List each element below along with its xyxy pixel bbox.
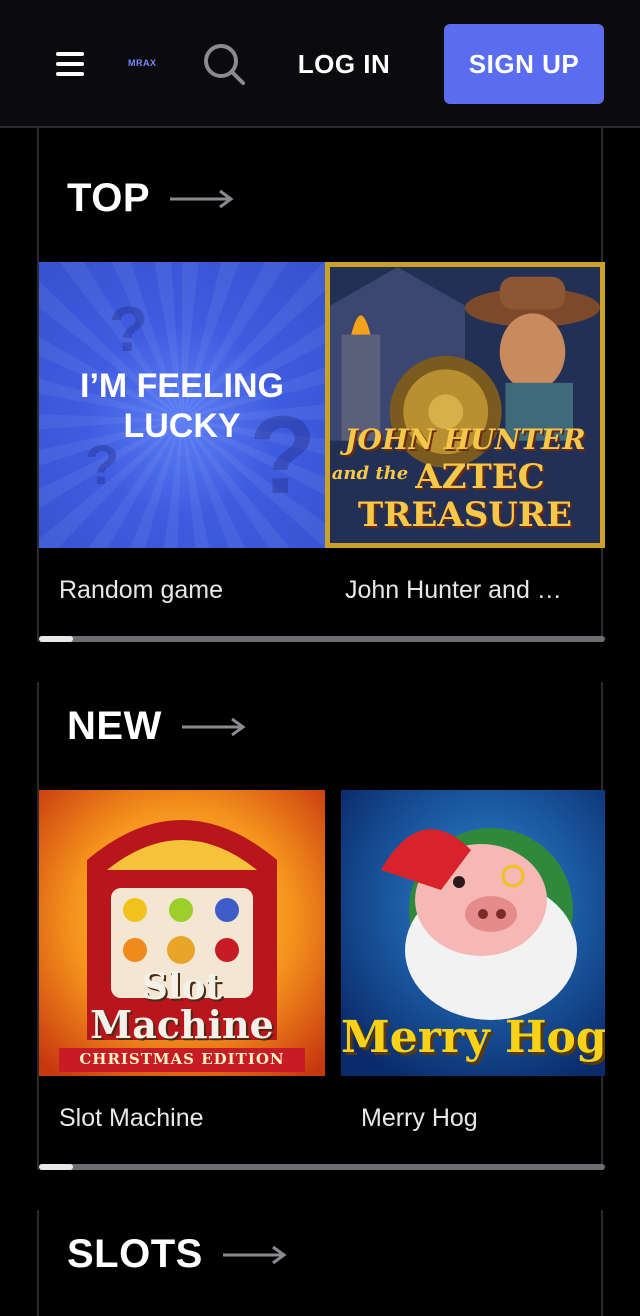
arrow-right-icon xyxy=(170,189,234,208)
section-title-slots[interactable]: SLOTS xyxy=(67,1232,287,1277)
game-title: Random game xyxy=(59,576,223,604)
tile-art-line: AZTEC xyxy=(415,457,545,497)
arrow-right-icon xyxy=(222,1245,287,1264)
arrow-right-icon xyxy=(181,717,246,736)
question-mark-icon: ? xyxy=(109,293,149,365)
signup-button[interactable]: SIGN UP xyxy=(444,24,604,104)
search-icon[interactable] xyxy=(202,42,246,86)
section-top: TOP ? ? ? I’M FEELING LUCKY JOHN HUNTER … xyxy=(37,128,605,642)
section-title-new[interactable]: NEW xyxy=(67,704,246,749)
section-title-text: SLOTS xyxy=(67,1232,203,1276)
horizontal-scrollbar[interactable] xyxy=(39,636,605,642)
tile-art-line: TREASURE xyxy=(357,495,573,535)
game-tile-merry-hog[interactable]: Merry Hog xyxy=(341,790,605,1076)
scrollbar-thumb[interactable] xyxy=(39,1164,73,1170)
tile-art-text: I’M FEELING LUCKY xyxy=(80,367,284,445)
game-title: John Hunter and … xyxy=(345,576,562,604)
section-slots: SLOTS xyxy=(37,1210,603,1316)
brand-logo[interactable]: MRAX xyxy=(128,58,157,68)
game-title: Slot Machine xyxy=(59,1104,204,1132)
login-button[interactable]: LOG IN xyxy=(294,44,394,84)
game-tile-slot-machine[interactable]: Slot Machine CHRISTMAS EDITION xyxy=(39,790,325,1076)
horizontal-scrollbar[interactable] xyxy=(39,1164,605,1170)
section-title-text: TOP xyxy=(67,176,151,220)
game-tile-john-hunter[interactable]: JOHN HUNTER and the AZTEC TREASURE xyxy=(325,262,605,548)
game-title: Merry Hog xyxy=(361,1104,478,1132)
scrollbar-thumb[interactable] xyxy=(39,636,73,642)
menu-icon[interactable] xyxy=(54,48,86,80)
section-title-text: NEW xyxy=(67,704,162,748)
tile-art-line: JOHN HUNTER xyxy=(344,423,586,456)
section-title-top[interactable]: TOP xyxy=(67,176,234,221)
game-tile-random[interactable]: ? ? ? I’M FEELING LUCKY xyxy=(39,262,325,548)
tile-art-line: Merry Hog xyxy=(341,1012,605,1063)
tile-art-line: CHRISTMAS EDITION xyxy=(79,1050,285,1068)
tile-art-line: Machine xyxy=(90,1002,274,1047)
top-header: MRAX LOG IN SIGN UP xyxy=(0,0,640,128)
section-new: NEW Slot Machine CHRISTMAS EDITION Merry… xyxy=(37,682,605,1170)
